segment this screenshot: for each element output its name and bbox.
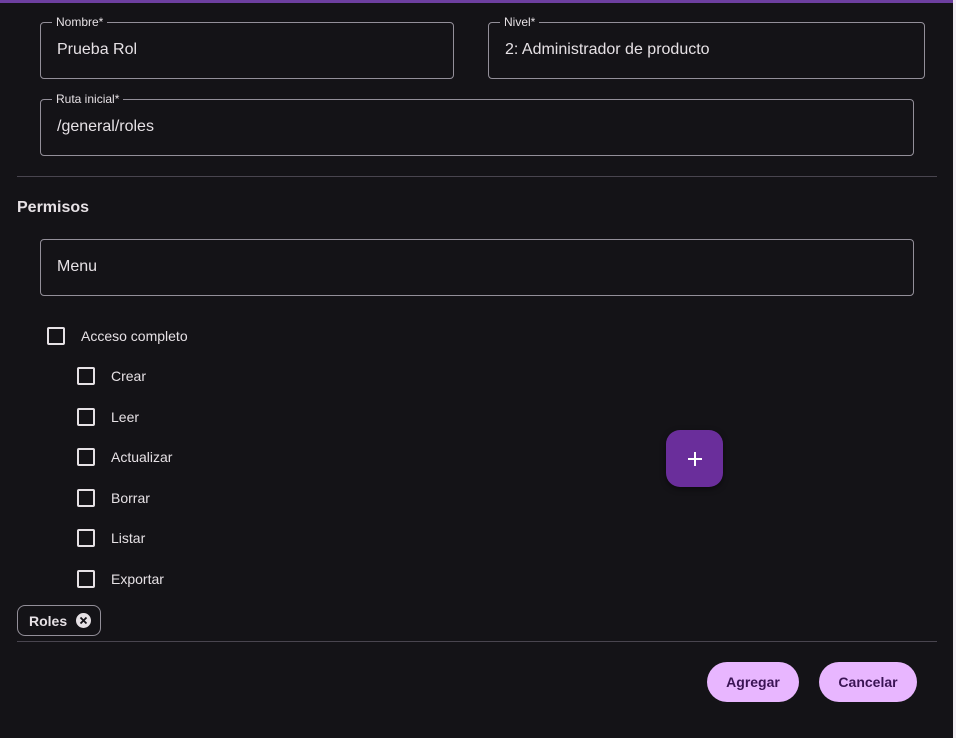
permiso-leer-checkbox[interactable]: Leer (77, 407, 139, 427)
nombre-label: Nombre* (52, 15, 108, 29)
checkbox-box[interactable] (77, 489, 95, 507)
nombre-value[interactable]: Prueba Rol (57, 40, 137, 60)
permiso-leer-label: Leer (111, 409, 140, 425)
agregar-button[interactable]: Agregar (707, 662, 799, 702)
menu-value[interactable]: Menu (57, 257, 97, 277)
nivel-select[interactable]: Nivel* 2: Administrador de producto (488, 15, 925, 79)
permiso-actualizar-checkbox[interactable]: Actualizar (77, 447, 172, 467)
permisos-title: Permisos (17, 199, 90, 216)
close-circle-icon[interactable] (76, 613, 92, 628)
permiso-crear-checkbox[interactable]: Crear (77, 366, 146, 386)
permiso-listar-checkbox[interactable]: Listar (77, 528, 145, 548)
checkbox-box[interactable] (77, 367, 95, 385)
permiso-crear-label: Crear (111, 368, 147, 384)
ruta-inicial-label: Ruta inicial* (52, 92, 124, 106)
checkbox-box[interactable] (77, 448, 95, 466)
checkbox-box[interactable] (47, 327, 65, 345)
top-accent-bar (0, 0, 956, 3)
ruta-inicial-value[interactable]: /general/roles (57, 117, 154, 137)
acceso-completo-label: Acceso completo (81, 328, 188, 344)
acceso-completo-checkbox[interactable]: Acceso completo (47, 326, 188, 346)
divider-top (17, 176, 937, 177)
cancelar-button[interactable]: Cancelar (819, 662, 917, 702)
menu-select[interactable]: Menu (40, 239, 914, 296)
permiso-exportar-checkbox[interactable]: Exportar (77, 569, 164, 589)
roles-chip[interactable]: Roles (17, 605, 102, 636)
permiso-borrar-checkbox[interactable]: Borrar (77, 488, 150, 508)
permiso-listar-label: Listar (111, 530, 146, 546)
nivel-value[interactable]: 2: Administrador de producto (505, 40, 710, 60)
checkbox-box[interactable] (77, 408, 95, 426)
checkbox-box[interactable] (77, 529, 95, 547)
permiso-actualizar-label: Actualizar (111, 449, 173, 465)
checkbox-box[interactable] (77, 570, 95, 588)
permiso-borrar-label: Borrar (111, 490, 150, 506)
nombre-field[interactable]: Nombre* Prueba Rol (40, 15, 454, 79)
ruta-inicial-field[interactable]: Ruta inicial* /general/roles (40, 92, 914, 156)
divider-bottom (17, 641, 937, 642)
add-permission-fab[interactable] (666, 430, 723, 487)
plus-icon (687, 451, 702, 466)
nivel-label: Nivel* (500, 15, 540, 29)
chip-label: Roles (29, 612, 68, 629)
permiso-exportar-label: Exportar (111, 571, 164, 587)
